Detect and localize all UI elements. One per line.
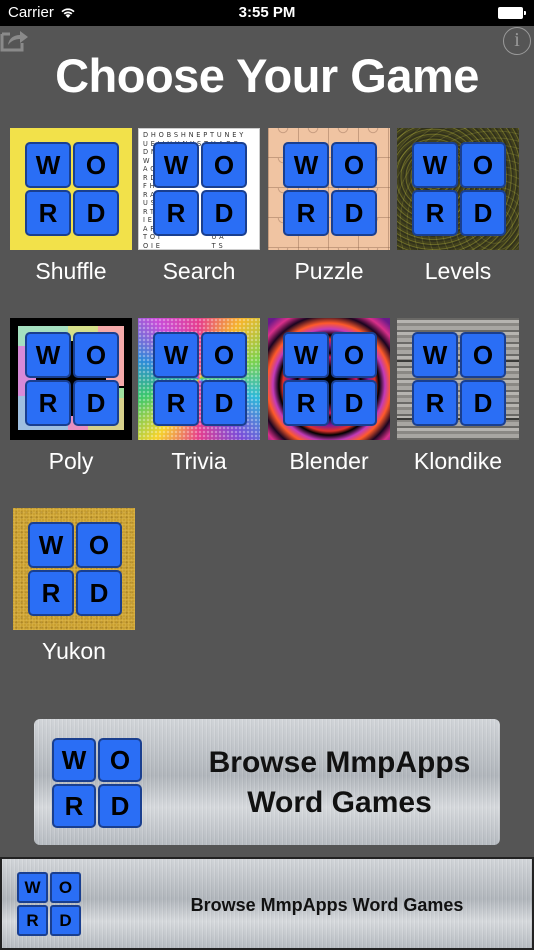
browse-button-label: Browse MmpApps Word Games bbox=[179, 743, 500, 823]
logo-letter: O bbox=[460, 142, 506, 188]
word-logo: WORD bbox=[283, 332, 377, 426]
logo-letter: R bbox=[17, 905, 48, 936]
logo-letter: W bbox=[283, 332, 329, 378]
game-tile-yukon[interactable]: WORD bbox=[13, 508, 135, 630]
game-tile-poly[interactable]: WORD bbox=[10, 318, 132, 440]
logo-letter: R bbox=[412, 380, 458, 426]
logo-letter: D bbox=[201, 190, 247, 236]
logo-letter: W bbox=[25, 142, 71, 188]
logo-letter: W bbox=[28, 522, 74, 568]
banner-label: Browse MmpApps Word Games bbox=[190, 895, 464, 915]
logo-letter: W bbox=[52, 738, 96, 782]
logo-letter: W bbox=[153, 142, 199, 188]
game-tile-search[interactable]: DHOBSHNEPTUNEY UEJIHUNYSTHAOR DNQ WA WNG… bbox=[138, 128, 260, 250]
logo-letter: O bbox=[50, 872, 81, 903]
word-logo: WORD bbox=[283, 142, 377, 236]
game-label-poly[interactable]: Poly bbox=[1, 448, 141, 475]
logo-letter: D bbox=[460, 190, 506, 236]
game-label-puzzle[interactable]: Puzzle bbox=[259, 258, 399, 285]
game-label-klondike[interactable]: Klondike bbox=[388, 448, 528, 475]
page-title: Choose Your Game bbox=[55, 49, 479, 102]
game-label-yukon[interactable]: Yukon bbox=[4, 638, 144, 665]
logo-letter: D bbox=[73, 380, 119, 426]
game-tile-shuffle[interactable]: WORD bbox=[10, 128, 132, 250]
battery-icon bbox=[498, 7, 526, 19]
word-logo: WORD bbox=[412, 332, 506, 426]
logo-letter: R bbox=[283, 190, 329, 236]
logo-letter: D bbox=[76, 570, 122, 616]
word-logo: W O R D bbox=[17, 872, 81, 936]
logo-letter: R bbox=[28, 570, 74, 616]
logo-letter: O bbox=[331, 142, 377, 188]
game-tile-blender[interactable]: WORD bbox=[268, 318, 390, 440]
logo-letter: O bbox=[201, 142, 247, 188]
status-bar: Carrier 3:55 PM bbox=[0, 0, 534, 26]
logo-letter: R bbox=[153, 380, 199, 426]
logo-letter: O bbox=[73, 332, 119, 378]
word-logo: WORD bbox=[25, 332, 119, 426]
logo-letter: D bbox=[331, 380, 377, 426]
browse-mmpapps-button[interactable]: W O R D Browse MmpApps Word Games bbox=[34, 719, 500, 845]
logo-letter: D bbox=[50, 905, 81, 936]
word-logo: WORD bbox=[153, 142, 247, 236]
logo-letter: R bbox=[25, 380, 71, 426]
logo-letter: W bbox=[17, 872, 48, 903]
game-label-levels[interactable]: Levels bbox=[388, 258, 528, 285]
game-label-search[interactable]: Search bbox=[129, 258, 269, 285]
game-tile-trivia[interactable]: WORD bbox=[138, 318, 260, 440]
logo-letter: D bbox=[98, 784, 142, 828]
game-label-blender[interactable]: Blender bbox=[259, 448, 399, 475]
word-logo: WORD bbox=[153, 332, 247, 426]
logo-letter: W bbox=[25, 332, 71, 378]
game-tile-puzzle[interactable]: WORD bbox=[268, 128, 390, 250]
logo-letter: W bbox=[412, 142, 458, 188]
logo-letter: D bbox=[201, 380, 247, 426]
logo-letter: R bbox=[153, 190, 199, 236]
logo-letter: R bbox=[52, 784, 96, 828]
logo-letter: W bbox=[283, 142, 329, 188]
logo-letter: R bbox=[283, 380, 329, 426]
logo-letter: O bbox=[98, 738, 142, 782]
logo-letter: R bbox=[412, 190, 458, 236]
logo-letter: O bbox=[73, 142, 119, 188]
browse-banner[interactable]: W O R D Browse MmpApps Word Games bbox=[0, 857, 534, 950]
logo-letter: O bbox=[76, 522, 122, 568]
game-tile-klondike[interactable]: WORD bbox=[397, 318, 519, 440]
logo-letter: R bbox=[25, 190, 71, 236]
logo-letter: D bbox=[73, 190, 119, 236]
word-logo: WORD bbox=[28, 522, 122, 616]
logo-letter: O bbox=[331, 332, 377, 378]
word-logo: W O R D bbox=[52, 738, 142, 828]
logo-letter: D bbox=[331, 190, 377, 236]
logo-letter: W bbox=[412, 332, 458, 378]
clock: 3:55 PM bbox=[238, 4, 296, 21]
browse-label-line1: Browse MmpApps bbox=[208, 746, 471, 779]
game-tile-levels[interactable]: WORD bbox=[397, 128, 519, 250]
word-logo: WORD bbox=[412, 142, 506, 236]
game-label-shuffle[interactable]: Shuffle bbox=[1, 258, 141, 285]
logo-letter: O bbox=[460, 332, 506, 378]
logo-letter: W bbox=[153, 332, 199, 378]
word-logo: WORD bbox=[25, 142, 119, 236]
logo-letter: O bbox=[201, 332, 247, 378]
browse-label-line2: Word Games bbox=[247, 786, 432, 819]
logo-letter: D bbox=[460, 380, 506, 426]
game-label-trivia[interactable]: Trivia bbox=[129, 448, 269, 475]
